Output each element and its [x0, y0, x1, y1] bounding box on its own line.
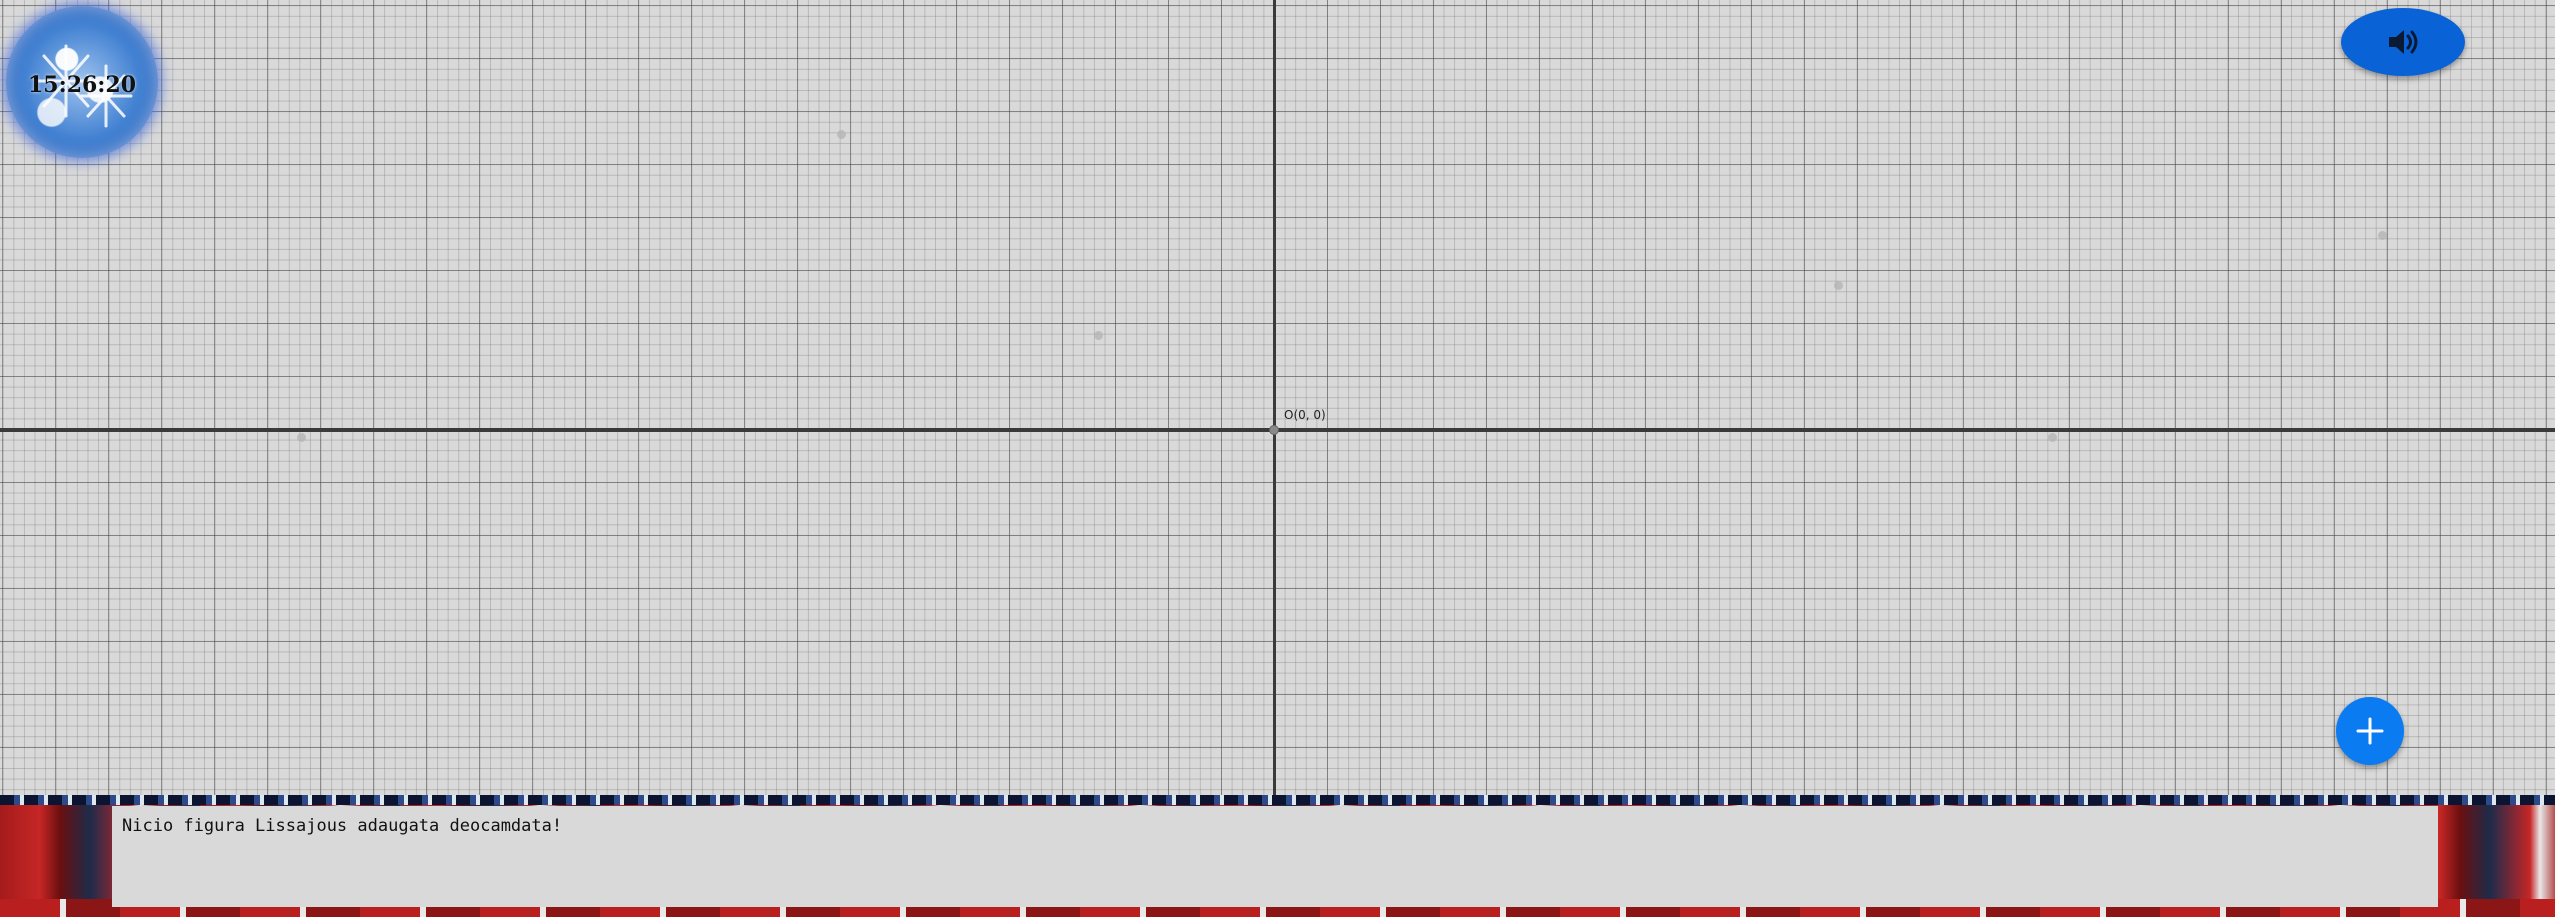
snowflake-dot	[1094, 331, 1103, 340]
snowflake-dot	[297, 433, 306, 442]
origin-point	[1269, 425, 1279, 435]
clock-globe: 15:26:20	[6, 6, 158, 158]
snowflake-dot	[2378, 231, 2387, 240]
volume-icon	[2389, 30, 2418, 54]
snowflake-dot	[837, 130, 846, 139]
sound-toggle-button[interactable]	[2341, 8, 2465, 76]
add-figure-button[interactable]	[2336, 697, 2404, 765]
origin-label: O(0, 0)	[1284, 408, 1326, 422]
message-panel: Nicio figura Lissajous adaugata deocamda…	[112, 806, 2438, 907]
graph-canvas[interactable]: O(0, 0)	[0, 0, 2555, 795]
clock-time: 15:26:20	[27, 72, 137, 98]
plus-icon	[2356, 717, 2384, 745]
y-axis	[1273, 0, 1276, 795]
message-text: Nicio figura Lissajous adaugata deocamda…	[122, 816, 563, 836]
app-root: O(0, 0) 15:26:20 Nicio figura Lissajous …	[0, 0, 2555, 917]
snowflake-dot	[1834, 281, 1843, 290]
snowflake-dot	[2048, 433, 2057, 442]
